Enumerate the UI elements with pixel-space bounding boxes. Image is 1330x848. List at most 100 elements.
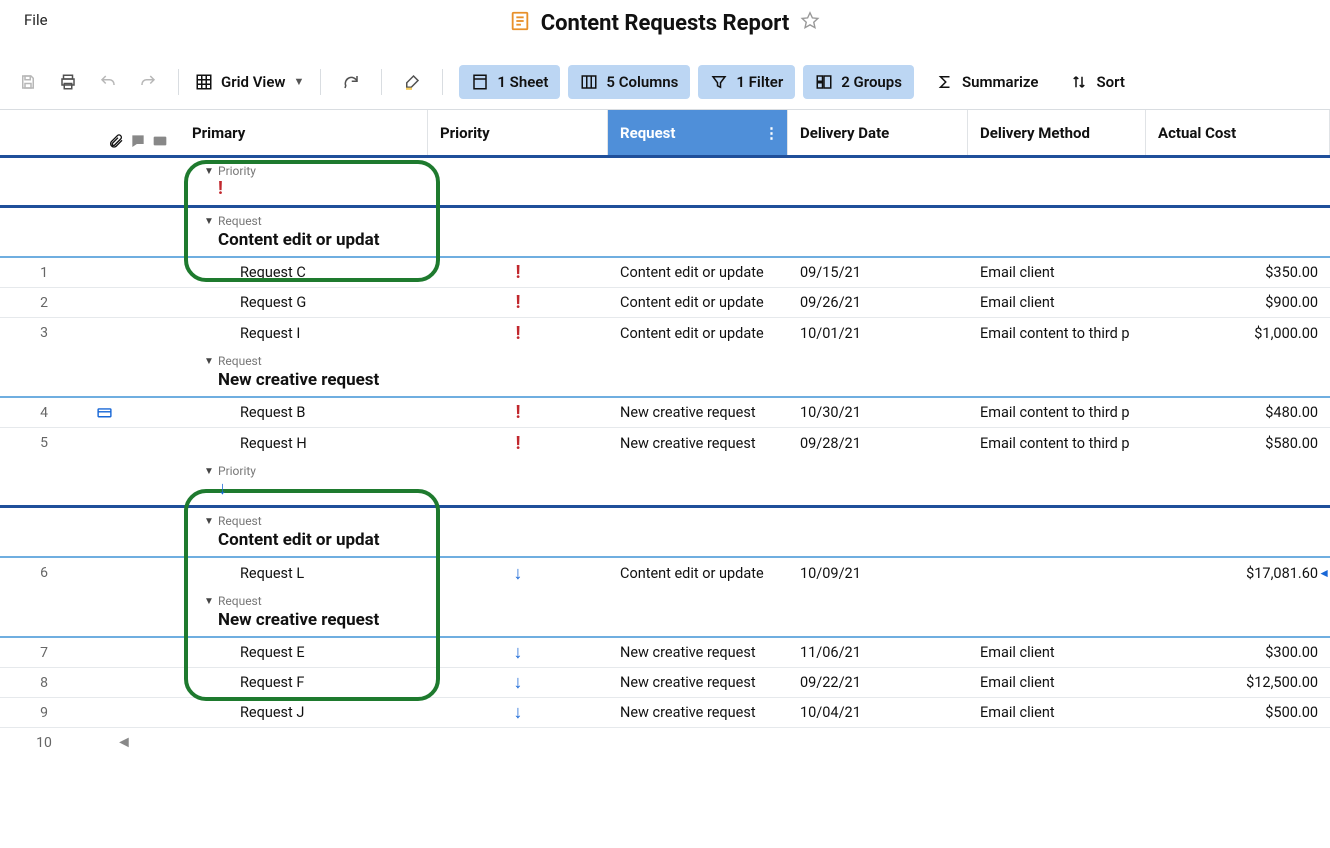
cell-method[interactable]: Email content to third p [968, 435, 1146, 452]
cell-cost[interactable]: $1,000.00 [1146, 325, 1330, 342]
cell-cost[interactable]: $300.00 [1146, 644, 1330, 661]
card-icon[interactable] [152, 133, 168, 149]
cell-date[interactable]: 11/06/21 [788, 644, 968, 661]
cell-request[interactable]: New creative request [608, 644, 788, 661]
column-header-request[interactable]: Request ⋮ [608, 110, 788, 155]
cell-method[interactable]: Email client [968, 294, 1146, 311]
cell-method[interactable]: Email client [968, 264, 1146, 281]
cell-date[interactable]: 10/30/21 [788, 404, 968, 421]
cell-primary[interactable]: Request E [180, 644, 428, 661]
cell-request[interactable]: Content edit or update [608, 565, 788, 582]
columns-pill[interactable]: 5 Columns [568, 65, 690, 99]
cell-date[interactable]: 09/15/21 [788, 264, 968, 281]
cell-primary[interactable]: Request H [180, 435, 428, 452]
cell-primary[interactable]: Request B [180, 404, 428, 421]
filter-pill[interactable]: 1 Filter [698, 65, 795, 99]
cell-primary[interactable]: Request I [180, 325, 428, 342]
refresh-icon[interactable] [337, 68, 365, 96]
cell-request[interactable]: Content edit or update [608, 325, 788, 342]
cell-primary[interactable]: Request F [180, 674, 428, 691]
save-icon[interactable] [14, 68, 42, 96]
card-indicator-icon[interactable] [88, 404, 120, 421]
cell-date[interactable]: 10/01/21 [788, 325, 968, 342]
cell-priority[interactable]: ↓ [428, 672, 608, 693]
cell-cost[interactable]: $17,081.60 [1146, 565, 1330, 582]
sheet-pill[interactable]: 1 Sheet [459, 65, 560, 99]
cell-method[interactable]: Email client [968, 704, 1146, 721]
cell-request[interactable]: New creative request [608, 674, 788, 691]
group-header-new-creative[interactable]: ▼ Request New creative request [0, 348, 1330, 396]
cell-primary[interactable]: Request L [180, 565, 428, 582]
table-row[interactable]: 8 Request F ↓ New creative request 09/22… [0, 668, 1330, 698]
highlight-icon[interactable] [398, 68, 426, 96]
separator [381, 69, 382, 95]
column-header-priority[interactable]: Priority [428, 110, 608, 155]
column-header-primary[interactable]: Primary [180, 110, 428, 155]
cell-primary[interactable]: Request J [180, 704, 428, 721]
cell-cost[interactable]: $900.00 [1146, 294, 1330, 311]
cell-priority[interactable]: ↓ [428, 563, 608, 584]
row-number: 10 [0, 735, 88, 751]
column-menu-icon[interactable]: ⋮ [764, 124, 779, 142]
cell-priority[interactable]: ! [428, 402, 608, 423]
cell-request[interactable]: New creative request [608, 404, 788, 421]
cell-cost[interactable]: $480.00 [1146, 404, 1330, 421]
undo-icon[interactable] [94, 68, 122, 96]
cell-cost[interactable]: $350.00 [1146, 264, 1330, 281]
cell-method[interactable]: Email client [968, 674, 1146, 691]
cell-cost[interactable]: $500.00 [1146, 704, 1330, 721]
attachment-icon[interactable] [108, 133, 124, 149]
cell-priority[interactable]: ! [428, 262, 608, 283]
comment-icon[interactable] [130, 133, 146, 149]
group-header-priority-low[interactable]: ▼ Priority ↓ [0, 458, 1330, 505]
redo-icon[interactable] [134, 68, 162, 96]
cell-request[interactable]: New creative request [608, 704, 788, 721]
cell-date[interactable]: 09/22/21 [788, 674, 968, 691]
view-label: Grid View [221, 73, 285, 91]
cell-priority[interactable]: ! [428, 433, 608, 454]
table-row[interactable]: 2 Request G ! Content edit or update 09/… [0, 288, 1330, 318]
column-header-delivery-date[interactable]: Delivery Date [788, 110, 968, 155]
groups-pill[interactable]: 2 Groups [803, 65, 914, 99]
table-row[interactable]: 4 Request B ! New creative request 10/30… [0, 398, 1330, 428]
group-header-new-creative[interactable]: ▼ Request New creative request [0, 588, 1330, 636]
print-icon[interactable] [54, 68, 82, 96]
table-row[interactable]: 9 Request J ↓ New creative request 10/04… [0, 698, 1330, 728]
cell-date[interactable]: 10/04/21 [788, 704, 968, 721]
cell-date[interactable]: 09/26/21 [788, 294, 968, 311]
cell-method[interactable]: Email content to third p [968, 325, 1146, 342]
cell-request[interactable]: New creative request [608, 435, 788, 452]
group-header-priority-high[interactable]: ▼ Priority ! [0, 158, 1330, 205]
table-row[interactable]: 1 Request C ! Content edit or update 09/… [0, 258, 1330, 288]
group-header-content-edit[interactable]: ▼ Request Content edit or updat [0, 508, 1330, 556]
group-header-content-edit[interactable]: ▼ Request Content edit or updat [0, 208, 1330, 256]
cell-priority[interactable]: ! [428, 323, 608, 344]
cell-primary[interactable]: Request G [180, 294, 428, 311]
view-selector[interactable]: Grid View ▼ [195, 73, 304, 91]
cell-priority[interactable]: ↓ [428, 702, 608, 723]
cell-cost[interactable]: $580.00 [1146, 435, 1330, 452]
column-header-actual-cost[interactable]: Actual Cost [1146, 110, 1330, 155]
cell-request[interactable]: Content edit or update [608, 294, 788, 311]
table-row[interactable]: 3 Request I ! Content edit or update 10/… [0, 318, 1330, 348]
cell-date[interactable]: 09/28/21 [788, 435, 968, 452]
sheet-label: 1 Sheet [497, 73, 548, 91]
cell-primary[interactable]: Request C [180, 264, 428, 281]
table-row[interactable]: 7 Request E ↓ New creative request 11/06… [0, 638, 1330, 668]
cell-method[interactable]: Email client [968, 644, 1146, 661]
file-menu[interactable]: File [24, 11, 48, 29]
cell-request[interactable]: Content edit or update [608, 264, 788, 281]
cell-priority[interactable]: ! [428, 292, 608, 313]
cell-cost[interactable]: $12,500.00 [1146, 674, 1330, 691]
cell-priority[interactable]: ↓ [428, 642, 608, 663]
sort-button[interactable]: Sort [1060, 65, 1134, 99]
scroll-left-icon[interactable]: ◄ [116, 732, 132, 752]
cell-date[interactable]: 10/09/21 [788, 565, 968, 582]
table-row[interactable]: 6 Request L ↓ Content edit or update 10/… [0, 558, 1330, 588]
column-header-delivery-method[interactable]: Delivery Method [968, 110, 1146, 155]
summarize-button[interactable]: Summarize [926, 65, 1048, 99]
cell-method[interactable]: Email content to third p [968, 404, 1146, 421]
table-row[interactable]: 5 Request H ! New creative request 09/28… [0, 428, 1330, 458]
star-icon[interactable] [799, 10, 821, 36]
table-row[interactable]: 10 [0, 728, 1330, 758]
